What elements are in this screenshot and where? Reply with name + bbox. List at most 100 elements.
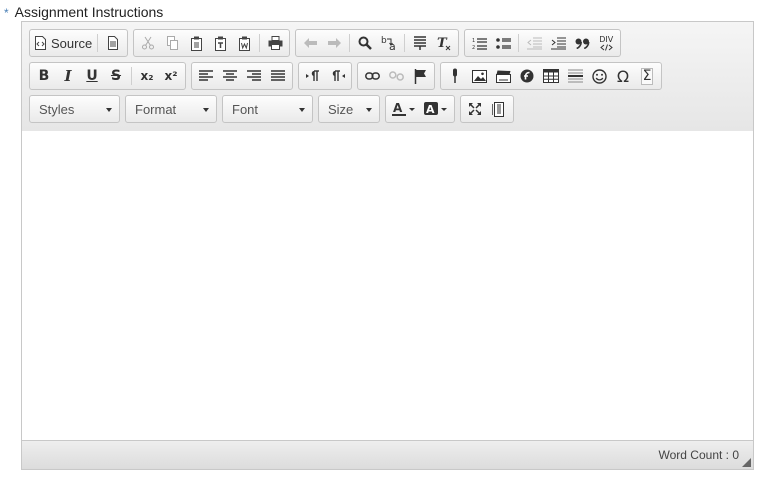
toolbar-group-document: Source <box>29 29 129 57</box>
text-direction-rtl-button[interactable] <box>325 65 349 87</box>
div-icon-label: DIV <box>599 34 614 44</box>
copy-button[interactable] <box>160 32 184 54</box>
rtl-icon <box>332 70 345 81</box>
format-dropdown[interactable]: Format <box>125 95 217 123</box>
subscript-icon: x₂ <box>140 69 154 83</box>
unlink-button[interactable] <box>384 65 408 87</box>
numbered-list-icon: 12 <box>472 38 487 50</box>
italic-button[interactable]: I <box>56 65 80 87</box>
chevron-down-icon <box>366 108 372 112</box>
image-icon <box>471 69 487 83</box>
horizontal-rule-icon <box>567 69 583 83</box>
redo-icon <box>327 38 341 48</box>
printer-icon <box>268 36 283 50</box>
svg-text:T: T <box>437 36 448 51</box>
show-blocks-button[interactable] <box>487 98 511 120</box>
justify-button[interactable] <box>266 65 290 87</box>
source-button[interactable]: Source <box>32 32 94 54</box>
strikethrough-button[interactable]: S <box>104 65 128 87</box>
show-blocks-icon <box>492 101 504 117</box>
toolbar-row-3: Styles Format Font Size A A <box>29 95 519 123</box>
toolbar-group-paragraph: 12 DIV <box>464 29 622 57</box>
toolbar-group-basicstyles: B I U S x₂ x² <box>29 62 186 90</box>
maximize-button[interactable] <box>463 98 487 120</box>
toolbar-group-bidi <box>298 62 352 90</box>
select-all-button[interactable] <box>408 32 432 54</box>
toolbar-group-colors: A A <box>385 95 455 123</box>
unlink-icon <box>388 71 404 81</box>
flash-icon <box>520 69 534 83</box>
background-color-button[interactable]: A <box>420 98 452 120</box>
resize-handle-icon[interactable] <box>742 458 751 467</box>
indent-icon <box>550 37 566 49</box>
copy-icon <box>166 36 178 50</box>
subscript-button[interactable]: x₂ <box>135 65 159 87</box>
audio-button[interactable] <box>443 65 467 87</box>
toolbar-row-2: B I U S x₂ x² Ω Σ <box>29 62 667 90</box>
paste-button[interactable] <box>184 32 208 54</box>
decrease-indent-button[interactable] <box>522 32 546 54</box>
div-icon: DIV <box>599 34 614 51</box>
toolbar-separator <box>404 34 406 52</box>
blockquote-button[interactable] <box>570 32 594 54</box>
styles-dropdown-label: Styles <box>39 101 75 117</box>
svg-text:2: 2 <box>472 45 475 50</box>
table-button[interactable] <box>539 65 563 87</box>
align-left-button[interactable] <box>194 65 218 87</box>
quote-icon <box>575 38 590 49</box>
text-color-button[interactable]: A <box>388 98 420 120</box>
horizontal-rule-button[interactable] <box>563 65 587 87</box>
toolbar-separator <box>259 34 261 52</box>
link-button[interactable] <box>360 65 384 87</box>
undo-button[interactable] <box>298 32 322 54</box>
omega-icon: Ω <box>616 66 630 86</box>
microphone-icon <box>453 68 457 83</box>
align-left-icon <box>199 70 213 81</box>
anchor-button[interactable] <box>408 65 432 87</box>
cut-button[interactable] <box>136 32 160 54</box>
paste-text-button[interactable] <box>208 32 232 54</box>
flag-icon <box>414 68 426 84</box>
text-direction-ltr-button[interactable] <box>301 65 325 87</box>
image-button[interactable] <box>467 65 491 87</box>
align-right-button[interactable] <box>242 65 266 87</box>
replace-button[interactable]: ba <box>377 32 401 54</box>
bold-button[interactable]: B <box>32 65 56 87</box>
smiley-icon <box>591 68 607 84</box>
magnifier-icon <box>358 36 373 50</box>
special-char-button[interactable]: Ω <box>611 65 635 87</box>
toolbar-group-links <box>357 62 435 90</box>
document-icon <box>108 36 119 50</box>
styles-dropdown[interactable]: Styles <box>29 95 120 123</box>
numbered-list-button[interactable]: 12 <box>467 32 491 54</box>
italic-icon: I <box>64 67 72 85</box>
paste-word-button[interactable] <box>232 32 256 54</box>
superscript-button[interactable]: x² <box>159 65 183 87</box>
svg-text:A: A <box>426 103 435 116</box>
table-icon <box>543 69 559 83</box>
bulleted-list-button[interactable] <box>491 32 515 54</box>
preview-button[interactable] <box>101 32 125 54</box>
svg-text:b: b <box>381 36 387 46</box>
chevron-down-icon <box>203 108 209 112</box>
underline-button[interactable]: U <box>80 65 104 87</box>
print-button[interactable] <box>263 32 287 54</box>
increase-indent-button[interactable] <box>546 32 570 54</box>
size-dropdown[interactable]: Size <box>318 95 380 123</box>
paste-word-icon <box>238 36 250 51</box>
math-button[interactable]: Σ <box>635 65 659 87</box>
remove-format-button[interactable]: T <box>432 32 456 54</box>
font-dropdown-label: Font <box>232 101 259 117</box>
align-center-button[interactable] <box>218 65 242 87</box>
create-div-button[interactable]: DIV <box>594 32 618 54</box>
redo-button[interactable] <box>322 32 346 54</box>
find-button[interactable] <box>353 32 377 54</box>
align-center-icon <box>223 70 237 81</box>
editor-status-bar: Word Count : 0 <box>22 440 753 469</box>
smiley-button[interactable] <box>587 65 611 87</box>
flash-button[interactable] <box>515 65 539 87</box>
editor-content-area[interactable] <box>22 131 753 440</box>
font-dropdown[interactable]: Font <box>222 95 313 123</box>
source-icon <box>35 36 46 50</box>
video-button[interactable] <box>491 65 515 87</box>
